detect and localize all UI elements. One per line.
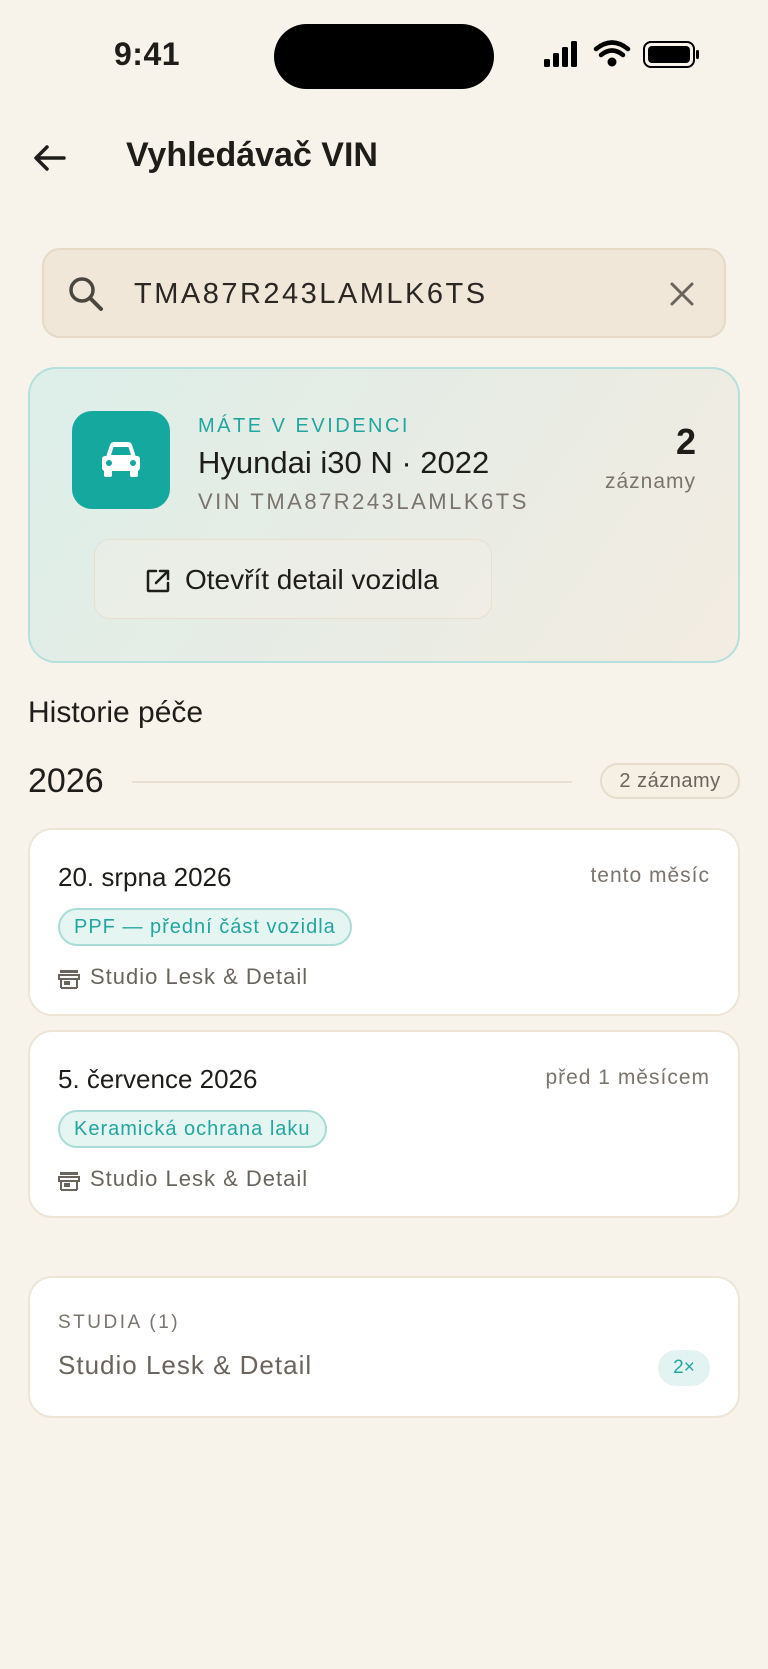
vin-search-bar	[42, 248, 726, 338]
record-relative-time: před 1 měsícem	[545, 1066, 710, 1089]
studios-card: STUDIA (1) Studio Lesk & Detail 2×	[28, 1276, 740, 1418]
vehicle-status-label: MÁTE V EVIDENCI	[198, 415, 410, 437]
status-time: 9:41	[114, 36, 181, 72]
open-external-icon	[146, 569, 170, 593]
page-title: Vyhledávač VIN	[126, 136, 378, 174]
vehicle-card: MÁTE V EVIDENCI Hyundai i30 N · 2022 VIN…	[28, 367, 740, 663]
vin-search-input[interactable]	[134, 268, 634, 320]
open-vehicle-detail-button[interactable]: Otevřít detail vozidla	[94, 539, 492, 619]
divider	[132, 781, 572, 783]
search-icon	[69, 277, 103, 311]
studio-visit-count-badge: 2×	[658, 1350, 710, 1386]
car-icon	[102, 442, 140, 477]
status-icons	[544, 40, 699, 68]
record-count-label: záznamy	[604, 470, 696, 493]
service-tag: Keramická ochrana laku	[58, 1110, 327, 1148]
history-record[interactable]: 5. července 2026 před 1 měsícem Keramick…	[28, 1030, 740, 1218]
record-date: 5. července 2026	[58, 1064, 258, 1094]
history-record[interactable]: 20. srpna 2026 tento měsíc PPF — přední …	[28, 828, 740, 1016]
record-relative-time: tento měsíc	[590, 864, 710, 887]
service-tag: PPF — přední část vozidla	[58, 908, 352, 946]
open-vehicle-detail-label: Otevřít detail vozidla	[185, 564, 439, 595]
car-tile	[72, 411, 170, 509]
year-heading: 2026	[28, 762, 104, 800]
back-arrow-icon[interactable]	[30, 138, 70, 178]
history-title: Historie péče	[28, 696, 204, 729]
year-count-badge: 2 záznamy	[600, 763, 740, 799]
battery-icon	[643, 41, 699, 68]
studio-name[interactable]: Studio Lesk & Detail	[58, 1350, 312, 1381]
vehicle-vin: VIN TMA87R243LAMLK6TS	[198, 489, 529, 514]
record-count: 2	[675, 421, 696, 462]
dynamic-island	[274, 24, 494, 89]
record-studio: Studio Lesk & Detail	[90, 964, 309, 989]
studios-heading: STUDIA (1)	[58, 1312, 181, 1333]
close-icon[interactable]	[664, 276, 700, 312]
vehicle-name: Hyundai i30 N · 2022	[198, 445, 490, 480]
store-icon	[58, 970, 80, 989]
wifi-icon	[593, 40, 631, 58]
record-studio: Studio Lesk & Detail	[90, 1166, 309, 1191]
signal-icon	[544, 41, 577, 67]
store-icon	[58, 1172, 80, 1191]
record-date: 20. srpna 2026	[58, 862, 232, 892]
